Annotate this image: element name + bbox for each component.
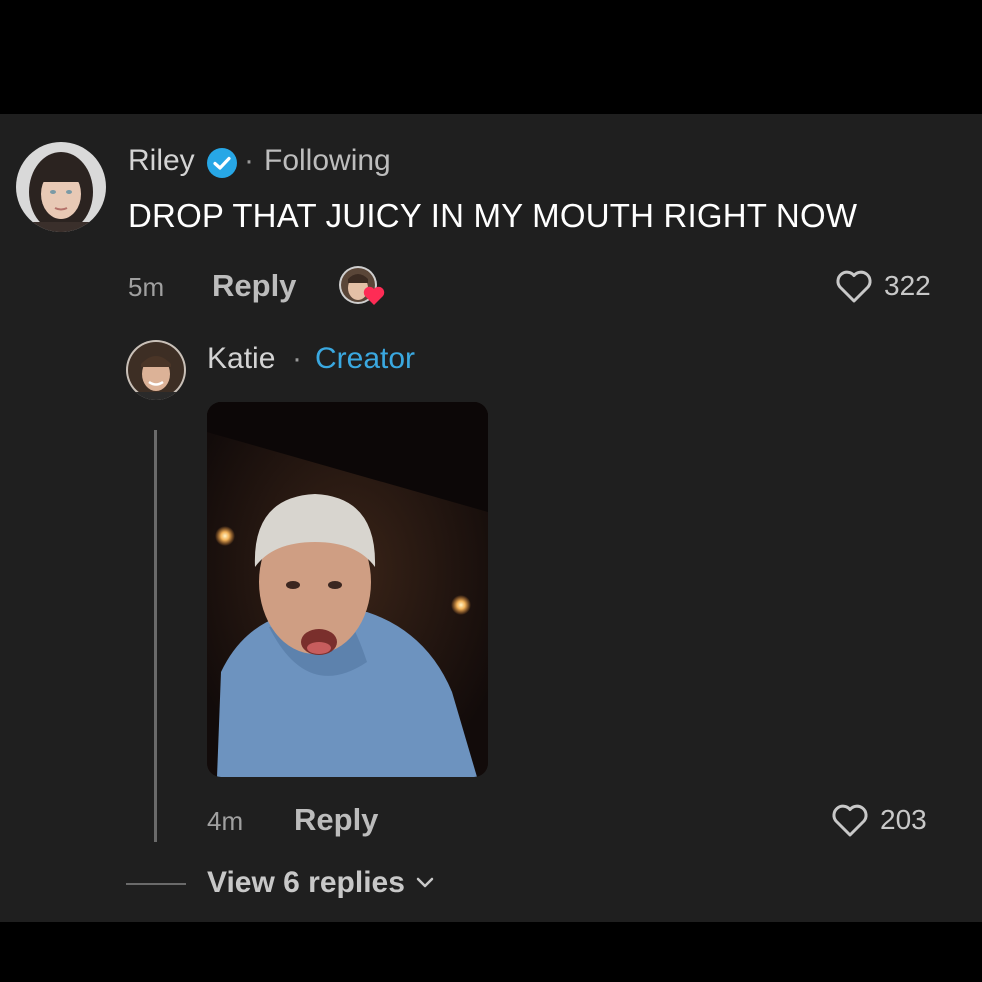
view-replies-label: View 6 replies [207,866,405,899]
katie-avatar[interactable] [126,340,186,400]
heart-outline-icon [836,270,872,303]
comment-time: 5m [128,272,165,302]
reply-separator: · [292,342,302,375]
comment-reply-button[interactable]: Reply [212,268,296,304]
reply-like-count: 203 [880,804,927,835]
chevron-down-icon [416,877,434,888]
comment-like-button[interactable]: 322 [834,268,931,304]
creator-badge: Creator [315,342,416,375]
reply-like-button[interactable]: 203 [830,802,927,838]
reply-reply-button[interactable]: Reply [294,802,378,838]
reply-video-thumbnail[interactable] [207,402,488,777]
following-label: Following [264,144,391,177]
riley-avatar[interactable] [16,142,106,232]
view-replies-divider [126,883,186,885]
reply-time: 4m [207,806,244,836]
comment-text: DROP THAT JUICY IN MY MOUTH RIGHT NOW [128,197,858,234]
view-replies-button[interactable]: View 6 replies [207,866,437,900]
verified-check-icon [206,147,238,179]
reply-author[interactable]: Katie [207,342,275,376]
comments-panel [0,114,982,922]
comment-like-count: 322 [884,270,931,301]
thread-line [154,430,157,842]
comment-separator: · [244,144,254,177]
creator-liked-heart-icon [338,265,388,309]
heart-outline-icon [832,804,868,837]
comment-author[interactable]: Riley [128,144,195,178]
